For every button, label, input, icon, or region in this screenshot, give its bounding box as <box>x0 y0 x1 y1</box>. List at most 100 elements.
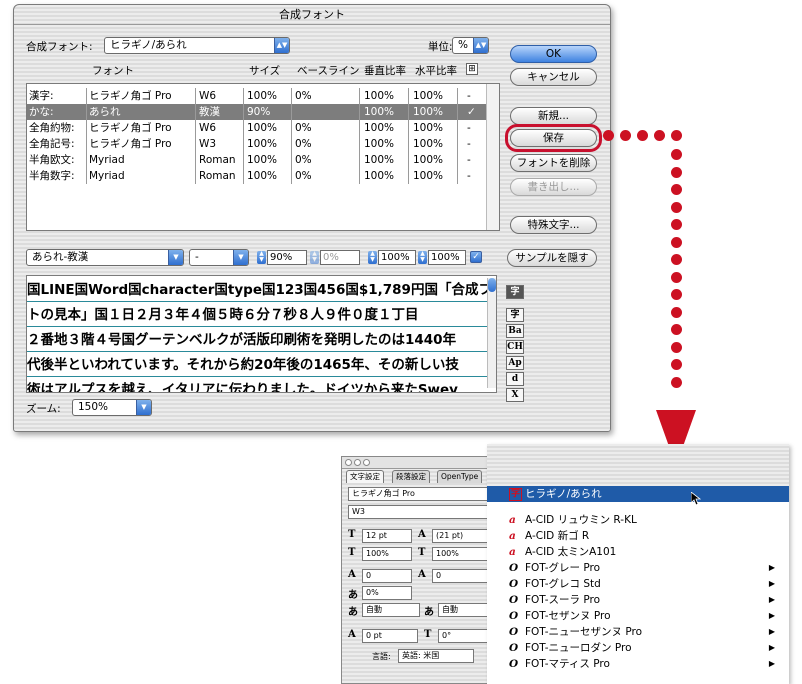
vertical-stepper-icon[interactable]: ▲ ▼ <box>368 251 377 264</box>
rotation-field[interactable]: 0° <box>438 629 488 643</box>
horizontal-field[interactable]: 100% <box>428 250 466 265</box>
baseline-shift-field[interactable]: 0 pt <box>362 629 418 643</box>
font-menu-item-label: FOT-スーラ Pro <box>525 594 601 606</box>
column-divider <box>408 104 409 120</box>
delete-font-button[interactable]: フォントを削除 <box>510 154 597 172</box>
vertical-field[interactable]: 100% <box>378 250 416 265</box>
cell-horiz: 100% <box>413 170 444 182</box>
tsume-field[interactable]: 0% <box>362 586 412 600</box>
column-divider <box>359 168 360 184</box>
row-style-value: - <box>195 251 199 263</box>
cancel-button[interactable]: キャンセル <box>510 68 597 86</box>
row-style-select[interactable]: - ▼ <box>189 249 249 266</box>
column-divider <box>291 104 292 120</box>
table-row[interactable]: 全角記号: ヒラギノ角ゴ Pro W3 100% 0% 100% 100% - <box>27 136 487 152</box>
cap-height-tool-icon[interactable]: CH <box>506 340 524 354</box>
cell-vert: 100% <box>364 138 395 150</box>
unit-value: % <box>458 39 468 51</box>
font-menu-item[interactable]: O FOT-グレコ Std ▶ <box>487 576 789 592</box>
zoom-select[interactable]: 150% ▼ <box>72 399 152 416</box>
column-divider <box>457 152 458 168</box>
special-chars-button[interactable]: 特殊文字... <box>510 216 597 234</box>
col-header-vertical: 垂直比率 <box>364 65 406 77</box>
cell-vert: 100% <box>364 154 395 166</box>
zoom-icon[interactable] <box>363 459 370 466</box>
sample-line: 術はアルプスを越え、イタリアに伝わりました。ドイツから来たSwey <box>27 378 496 392</box>
font-menu-item[interactable]: O FOT-グレー Pro ▶ <box>487 560 789 576</box>
table-row[interactable]: 全角約物: ヒラギノ角ゴ Pro W6 100% 0% 100% 100% - <box>27 120 487 136</box>
checkbox-icon[interactable]: ✓ <box>470 251 482 263</box>
baseline-field[interactable]: 0% <box>320 250 360 265</box>
font-family-field[interactable]: ヒラギノ角ゴ Pro <box>348 487 488 501</box>
col-header-font: フォント <box>92 65 134 77</box>
export-button[interactable]: 書き出し... <box>510 178 597 196</box>
otf-font-icon: O <box>509 610 519 622</box>
tab-paragraph[interactable]: 段落設定 <box>392 470 430 483</box>
font-menu-item[interactable]: a A-CID 太ミンA101 <box>487 544 789 560</box>
language-select[interactable]: 英語: 米国 <box>398 649 474 663</box>
menu-top-area <box>487 444 789 486</box>
vertical-scale-field[interactable]: 100% <box>362 547 412 561</box>
cell-mark: - <box>467 90 471 102</box>
hide-sample-button[interactable]: サンプルを隠す <box>507 249 597 267</box>
table-scrollbar[interactable] <box>486 84 499 230</box>
baseline-shift-icon: A <box>348 629 356 640</box>
grid-icon[interactable]: ⊞ <box>466 63 478 75</box>
table-row[interactable]: 漢字: ヒラギノ角ゴ Pro W6 100% 0% 100% 100% - <box>27 88 487 104</box>
font-menu-item[interactable]: a A-CID 新ゴ R <box>487 528 789 544</box>
tab-character[interactable]: 文字設定 <box>346 470 384 483</box>
cell-weight: Roman <box>199 154 236 166</box>
cell-size: 100% <box>247 122 278 134</box>
column-divider <box>408 168 409 184</box>
cell-vert: 100% <box>364 122 395 134</box>
close-icon[interactable] <box>345 459 352 466</box>
aki-before-field[interactable]: 自動 <box>362 603 420 617</box>
descender-tool-icon[interactable]: d <box>506 372 524 386</box>
scroll-thumb[interactable] <box>488 278 496 292</box>
table-row[interactable]: 半角数字: Myriad Roman 100% 0% 100% 100% - <box>27 168 487 184</box>
column-divider <box>243 152 244 168</box>
column-divider <box>243 104 244 120</box>
font-menu-item[interactable]: O FOT-スーラ Pro ▶ <box>487 592 789 608</box>
cell-font: ヒラギノ角ゴ Pro <box>89 90 172 102</box>
em-box-tool-icon[interactable]: 字 <box>506 285 524 299</box>
baseline-stepper-icon[interactable]: ▲ ▼ <box>310 251 319 264</box>
font-size-field[interactable]: 12 pt <box>362 529 412 543</box>
new-button[interactable]: 新規... <box>510 107 597 125</box>
composite-font-select[interactable]: ヒラギノ/あられ ▲▼ <box>104 37 290 54</box>
unit-select[interactable]: % ▲▼ <box>452 37 489 54</box>
font-menu-item[interactable]: O FOT-ニューセザンヌ Pro ▶ <box>487 624 789 640</box>
chevron-down-icon: ▼ <box>233 250 248 265</box>
font-menu-item[interactable]: a A-CID リュウミン R-KL <box>487 512 789 528</box>
table-row[interactable]: かな: あられ 教漢 90% 100% 100% ✓ <box>27 104 487 120</box>
font-menu-item[interactable]: O FOT-ニューロダン Pro ▶ <box>487 640 789 656</box>
leading-field[interactable]: (21 pt) <box>432 529 488 543</box>
sample-scrollbar[interactable] <box>487 278 496 388</box>
ascender-tool-icon[interactable]: Ap <box>506 356 524 370</box>
row-font-select[interactable]: あられ-教漢 ▼ <box>26 249 184 266</box>
size-field[interactable]: 90% <box>267 250 307 265</box>
font-menu-item[interactable]: O FOT-セザンヌ Pro ▶ <box>487 608 789 624</box>
aki-after-field[interactable]: 自動 <box>438 603 488 617</box>
column-divider <box>195 168 196 184</box>
size-stepper-icon[interactable]: ▲ ▼ <box>257 251 266 264</box>
table-row[interactable]: 半角欧文: Myriad Roman 100% 0% 100% 100% - <box>27 152 487 168</box>
dialog-title: 合成フォント <box>14 5 610 25</box>
minimize-icon[interactable] <box>354 459 361 466</box>
column-divider <box>359 152 360 168</box>
horizontal-stepper-icon[interactable]: ▲ ▼ <box>418 251 427 264</box>
kerning-field[interactable]: 0 <box>362 569 412 583</box>
font-style-field[interactable]: W3 <box>348 505 488 519</box>
font-menu-item[interactable]: O FOT-マティス Pro ▶ <box>487 656 789 672</box>
x-height-tool-icon[interactable]: X <box>506 388 524 402</box>
font-menu-item-label: FOT-セザンヌ Pro <box>525 610 611 622</box>
sample-line: 国LINE国Word国character国type国123国456国$1,789… <box>27 278 496 302</box>
ok-button[interactable]: OK <box>510 45 597 63</box>
tracking-field[interactable]: 0 <box>432 569 488 583</box>
baseline-tool-icon[interactable]: Ba <box>506 324 524 338</box>
font-menu-item[interactable]: 字ヒラギノ/あられ <box>487 486 789 502</box>
horizontal-scale-field[interactable]: 100% <box>432 547 488 561</box>
char-face-tool-icon[interactable]: 字 <box>506 308 524 322</box>
annotation-dot <box>671 237 682 248</box>
tab-opentype[interactable]: OpenType <box>437 470 483 483</box>
